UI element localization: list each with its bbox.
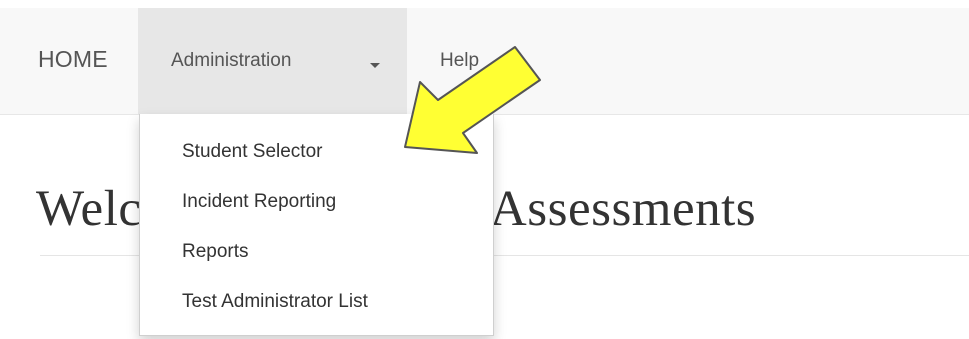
- yellow-arrow-icon: [404, 46, 541, 154]
- menu-item-reports[interactable]: Reports: [182, 241, 249, 263]
- nav-administration-dropdown-toggle[interactable]: Administration: [138, 8, 407, 114]
- caret-down-icon[interactable]: [370, 63, 380, 68]
- menu-item-test-administrator-list[interactable]: Test Administrator List: [182, 291, 368, 313]
- nav-home-link[interactable]: HOME: [38, 46, 108, 73]
- menu-item-student-selector[interactable]: Student Selector: [182, 141, 322, 163]
- nav-administration-label[interactable]: Administration: [171, 50, 291, 72]
- menu-item-incident-reporting[interactable]: Incident Reporting: [182, 191, 336, 213]
